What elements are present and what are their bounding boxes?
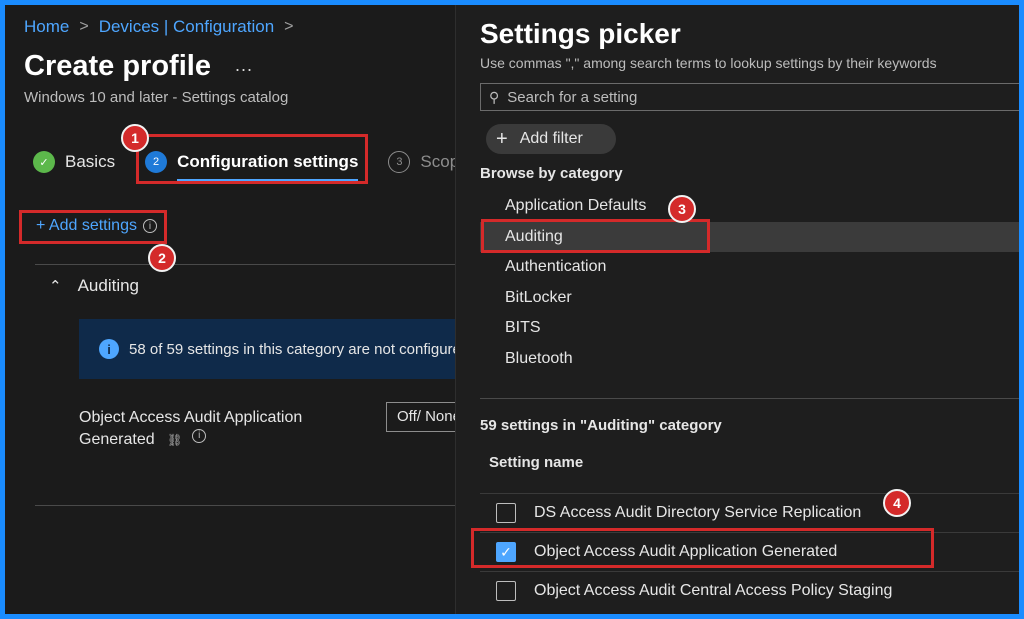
search-icon: ⚲ bbox=[489, 88, 500, 105]
column-header-setting-name[interactable]: Setting name bbox=[489, 454, 583, 471]
callout-badge-3: 3 bbox=[668, 195, 696, 223]
picker-title: Settings picker bbox=[480, 18, 681, 49]
callout-box-selected-setting bbox=[471, 528, 934, 568]
setting-row-label: Object Access Audit Central Access Polic… bbox=[534, 582, 893, 599]
info-icon[interactable]: i bbox=[192, 429, 207, 443]
create-profile-panel: Home > Devices | Configuration > Create … bbox=[5, 5, 469, 614]
add-filter-button[interactable]: + Add filter bbox=[486, 124, 616, 154]
link-icon[interactable]: ⛓ bbox=[167, 429, 182, 451]
browse-by-category-title: Browse by category bbox=[480, 165, 623, 182]
auditing-section-header[interactable]: ⌃ Auditing bbox=[49, 276, 139, 296]
callout-box-add-settings bbox=[19, 210, 167, 244]
breadcrumb-separator: > bbox=[284, 18, 294, 35]
search-placeholder: Search for a setting bbox=[507, 88, 638, 106]
category-item-application-defaults[interactable]: Application Defaults bbox=[480, 191, 1019, 222]
chevron-up-icon: ⌃ bbox=[49, 278, 62, 295]
callout-badge-1: 1 bbox=[121, 124, 149, 152]
page-title: Create profile bbox=[24, 50, 211, 82]
setting-row-ds-access[interactable]: DS Access Audit Directory Service Replic… bbox=[480, 493, 1019, 532]
section-title: Auditing bbox=[77, 276, 140, 295]
checkbox[interactable] bbox=[496, 503, 516, 523]
settings-picker-panel: Settings picker Use commas "," among sea… bbox=[455, 5, 1019, 614]
step-basics[interactable]: ✓ Basics bbox=[33, 151, 115, 173]
setting-row: Object Access Audit Application Generate… bbox=[79, 407, 329, 451]
setting-row-object-access-central-policy[interactable]: Object Access Audit Central Access Polic… bbox=[480, 571, 1019, 610]
divider bbox=[35, 505, 455, 506]
breadcrumb-devices-configuration[interactable]: Devices | Configuration bbox=[99, 17, 274, 37]
setting-value-dropdown[interactable]: Off/ None bbox=[386, 402, 466, 432]
checkbox[interactable] bbox=[496, 581, 516, 601]
callout-box-auditing bbox=[481, 219, 710, 253]
category-item-bitlocker[interactable]: BitLocker bbox=[480, 283, 1019, 314]
checkmark-icon: ✓ bbox=[33, 151, 55, 173]
category-item-bluetooth[interactable]: Bluetooth bbox=[480, 344, 1019, 375]
breadcrumb-home[interactable]: Home bbox=[24, 17, 69, 37]
callout-badge-2: 2 bbox=[148, 244, 176, 272]
results-title: 59 settings in "Auditing" category bbox=[480, 417, 722, 434]
info-message-text: 58 of 59 settings in this category are n… bbox=[129, 340, 455, 358]
screenshot-frame: Home > Devices | Configuration > Create … bbox=[5, 5, 1019, 614]
add-filter-label: Add filter bbox=[519, 130, 583, 147]
breadcrumb-separator: > bbox=[79, 18, 89, 35]
category-item-bits[interactable]: BITS bbox=[480, 313, 1019, 344]
divider bbox=[35, 264, 455, 265]
page-subtitle: Windows 10 and later - Settings catalog bbox=[24, 89, 289, 106]
callout-badge-4: 4 bbox=[883, 489, 911, 517]
more-options-icon[interactable]: ... bbox=[235, 55, 253, 76]
step-label: Basics bbox=[65, 152, 116, 171]
plus-icon: + bbox=[496, 127, 508, 150]
search-input[interactable]: ⚲ Search for a setting bbox=[480, 83, 1019, 111]
step-number: 3 bbox=[388, 151, 411, 173]
callout-box-configuration-settings bbox=[136, 134, 368, 184]
category-item-authentication[interactable]: Authentication bbox=[480, 252, 1019, 283]
info-icon: i bbox=[99, 339, 119, 359]
info-message-bar: i 58 of 59 settings in this category are… bbox=[79, 319, 455, 379]
setting-row-label: DS Access Audit Directory Service Replic… bbox=[534, 504, 862, 521]
picker-hint: Use commas "," among search terms to loo… bbox=[480, 55, 937, 71]
breadcrumb: Home > Devices | Configuration > bbox=[24, 17, 294, 37]
divider bbox=[480, 398, 1019, 399]
